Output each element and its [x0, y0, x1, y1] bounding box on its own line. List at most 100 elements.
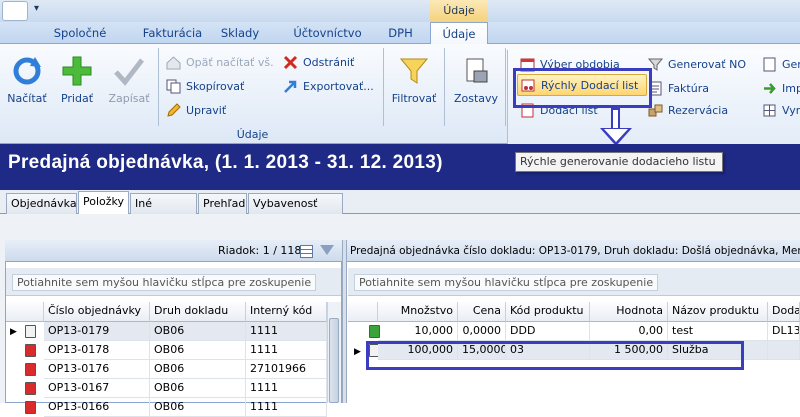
generovat-cut-button[interactable]: Gen — [762, 54, 800, 74]
odstranit-label: Odstrániť — [303, 55, 355, 69]
tab-ine-doklady[interactable]: Iné doklady — [130, 193, 197, 229]
import-cut-button[interactable]: Impo — [762, 78, 800, 98]
cell-kod: 27101966 — [246, 360, 327, 379]
faktura-button[interactable]: Faktúra — [648, 78, 709, 98]
tab-vybavenost[interactable]: Vybavenosť obj. — [248, 193, 343, 229]
tooltip: Rýchle generovanie dodacieho listu — [515, 152, 723, 172]
grid-doc-icon — [762, 103, 777, 118]
copy-icon — [166, 79, 181, 94]
cell-kod: 1111 — [246, 322, 327, 341]
quick-access-dropdown-icon[interactable]: ▾ — [34, 3, 39, 14]
exportovat-button[interactable]: Exportovať... — [283, 76, 374, 96]
tab-fakturacia[interactable]: Fakturácia — [125, 22, 220, 44]
tab-polozky[interactable]: Položky — [78, 191, 129, 215]
tab-prehlad[interactable]: Prehľad — [198, 193, 247, 214]
pencil-icon — [166, 102, 181, 118]
grid-layout-icon[interactable] — [300, 245, 313, 258]
title-bar — [0, 0, 800, 22]
col-hodnota[interactable]: Hodnota — [590, 302, 668, 322]
page-title: Predajná objednávka, (1. 1. 2013 - 31. 1… — [8, 152, 443, 173]
pridat-button[interactable]: Pridať — [54, 54, 100, 105]
col-interny-kod[interactable]: Interný kód — [246, 302, 327, 322]
export-arrow-icon — [283, 79, 298, 94]
report-icon — [459, 54, 493, 88]
ribbon-tab-strip: Spoločné Fakturácia Sklady Účtovníctvo D… — [0, 22, 800, 45]
cell-druh: OB06 — [150, 360, 246, 379]
scrollbar-thumb[interactable] — [329, 318, 339, 403]
cell-mnozstvo: 10,000 — [378, 322, 458, 341]
plus-icon — [60, 54, 94, 88]
col-mnozstvo[interactable]: Množstvo — [378, 302, 458, 322]
nacitat-label: Načítať — [7, 92, 47, 105]
cell-dodaci: DL13- — [768, 322, 800, 341]
cell-kod-produktu: DDD — [506, 322, 590, 341]
cell-kod: 1111 — [246, 398, 327, 417]
import-arrow-icon — [762, 81, 777, 96]
tab-udaje[interactable]: Údaje — [430, 22, 488, 45]
filtrovat-button[interactable]: Filtrovať — [388, 54, 440, 105]
refresh-icon — [10, 54, 44, 88]
zostavy-button[interactable]: Zostavy — [449, 54, 503, 105]
cell-druh: OB06 — [150, 341, 246, 360]
document-tab-strip: Objednávka Položky Iné doklady Prehľad V… — [0, 190, 800, 229]
col-druh-dokladu[interactable]: Druh dokladu — [150, 302, 246, 322]
cell-cena: 0,0000 — [458, 322, 506, 341]
cell-kod: 1111 — [246, 379, 327, 398]
tab-spolocne[interactable]: Spoločné — [40, 22, 120, 44]
rezervacia-button[interactable]: Rezervácia — [648, 100, 728, 120]
skopirovat-button[interactable]: Skopírovať — [166, 76, 244, 96]
cell-druh: OB06 — [150, 379, 246, 398]
vyrab-cut-label: Vyra — [782, 103, 800, 117]
current-row-pointer-icon: ▶ — [354, 347, 361, 357]
cell-cislo: OP13-0166 — [44, 398, 150, 417]
right-group-hint: Potiahnite sem myšou hlavičku stĺpca pre… — [354, 274, 659, 291]
filtrovat-label: Filtrovať — [391, 92, 437, 105]
left-group-hint: Potiahnite sem myšou hlavičku stĺpca pre… — [12, 274, 317, 291]
skopirovat-label: Skopírovať — [186, 79, 245, 93]
annotation-row-highlight-box — [366, 341, 744, 370]
order-doc-red-icon — [25, 363, 36, 376]
vyrab-cut-button[interactable]: Vyra — [762, 100, 800, 120]
tab-sklady[interactable]: Sklady — [210, 22, 270, 44]
upravit-button[interactable]: Upraviť — [166, 100, 226, 120]
items-grid-header: Predajná objednávka číslo dokladu: OP13-… — [347, 240, 800, 262]
cell-druh: OB06 — [150, 322, 246, 341]
zapisat-button[interactable]: Zapísať — [104, 54, 154, 105]
faktura-label: Faktúra — [668, 81, 709, 95]
document-icon — [762, 57, 777, 72]
zapisat-label: Zapísať — [108, 92, 150, 105]
order-doc-red-icon — [25, 344, 36, 357]
col-nazov-produktu[interactable]: Názov produktu — [668, 302, 768, 322]
nacitat-button[interactable]: Načítať — [4, 54, 50, 105]
exportovat-label: Exportovať... — [303, 79, 374, 93]
delete-x-icon — [283, 55, 298, 70]
row-counter: Riadok: 1 / 118 — [218, 244, 302, 257]
ribbon-group-label-udaje: Údaje — [236, 128, 269, 141]
generovat-no-button[interactable]: Generovať NO — [647, 54, 746, 74]
zostavy-label: Zostavy — [453, 92, 499, 105]
cell-cislo: OP13-0178 — [44, 341, 150, 360]
funnel-icon — [397, 54, 431, 88]
cell-cislo: OP13-0179 — [44, 322, 150, 341]
tab-uctovnictvo[interactable]: Účtovníctvo — [280, 22, 375, 44]
odstranit-button[interactable]: Odstrániť — [283, 52, 354, 72]
filter-icon[interactable] — [320, 245, 334, 255]
left-col-indicator — [6, 302, 44, 322]
col-cislo-objednavky[interactable]: Číslo objednávky — [44, 302, 150, 322]
right-group-panel: Potiahnite sem myšou hlavičku stĺpca pre… — [348, 268, 800, 296]
opat-nacitat-button[interactable]: Opäť načítať vš. — [166, 52, 274, 72]
col-cena[interactable]: Cena — [458, 302, 506, 322]
cell-kod: 1111 — [246, 341, 327, 360]
generovat-no-label: Generovať NO — [668, 57, 746, 71]
tab-objednavka[interactable]: Objednávka — [6, 193, 77, 214]
app-menu-button[interactable] — [2, 1, 28, 21]
upravit-label: Upraviť — [186, 103, 227, 117]
annotation-arrow-inner — [604, 129, 628, 142]
checkmark-icon — [112, 54, 146, 88]
house-icon — [166, 55, 181, 70]
left-group-panel: Potiahnite sem myšou hlavičku stĺpca pre… — [6, 268, 341, 296]
tab-dph[interactable]: DPH — [378, 22, 423, 44]
right-col-indicator — [348, 302, 378, 322]
col-dodaci[interactable]: Dodac — [768, 302, 800, 322]
col-kod-produktu[interactable]: Kód produktu — [506, 302, 590, 322]
